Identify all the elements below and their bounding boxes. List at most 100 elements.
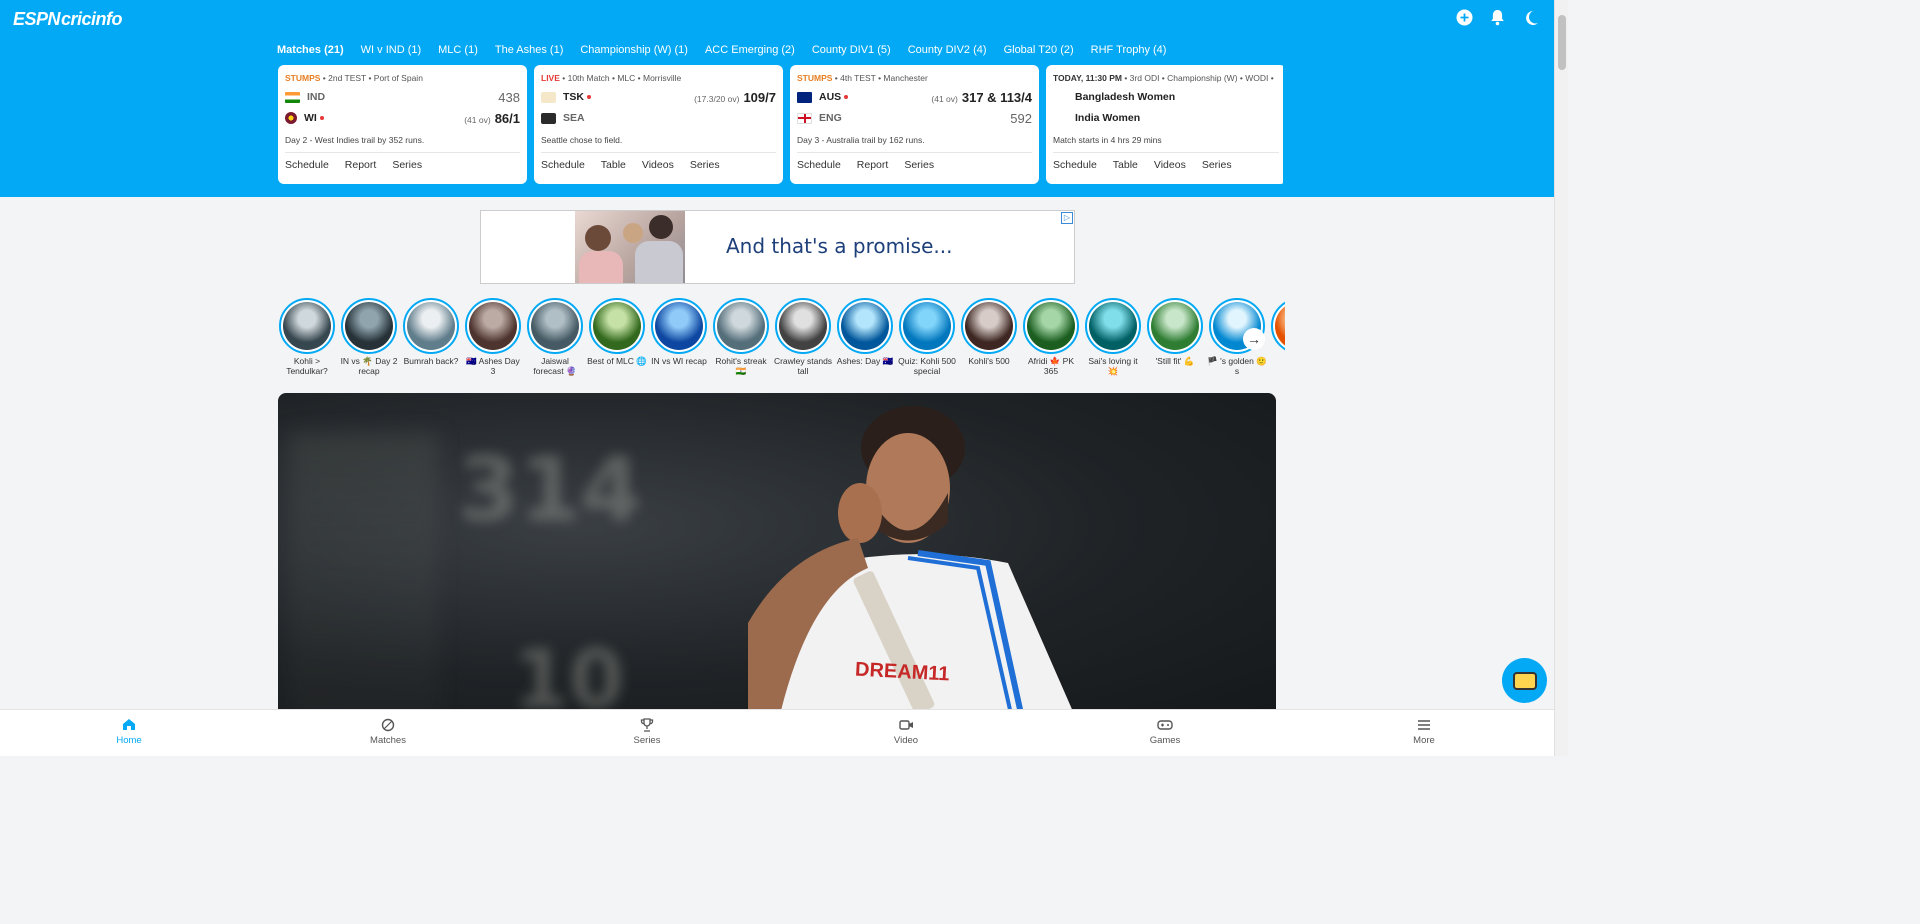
tab-the-ashes[interactable]: The Ashes (1) — [495, 44, 563, 56]
story-caption: Best of MLC 🌐 — [587, 356, 647, 366]
gamepad-icon — [1125, 718, 1205, 735]
story-item[interactable]: Jaiswal forecast 🔮 — [525, 298, 585, 376]
team-row: Bangladesh Women — [1075, 90, 1279, 104]
card-link-schedule[interactable]: Schedule — [797, 159, 841, 171]
advertisement-banner[interactable]: And that's a promise... ▷ — [480, 210, 1075, 284]
story-caption: Kohli's 500 — [968, 356, 1010, 366]
story-item[interactable]: Kohli > Tendulkar? — [277, 298, 337, 376]
story-caption: 🇦🇺 Ashes Day 3 — [466, 356, 520, 376]
hero-image[interactable]: 314 10 DREAM11 — [278, 393, 1276, 723]
story-caption: Crawley stands tall — [773, 356, 833, 376]
batting-indicator-icon — [319, 116, 324, 120]
story-caption: Sai's loving it 💥 — [1088, 356, 1138, 376]
tab-wi-v-ind[interactable]: WI v IND (1) — [361, 44, 422, 56]
india-flag-icon — [285, 91, 300, 103]
tab-acc-emerging[interactable]: ACC Emerging (2) — [705, 44, 795, 56]
team-score: (41 ov) 86/1 — [464, 110, 520, 126]
card-link-table[interactable]: Table — [601, 159, 626, 171]
match-meta: LIVE • 10th Match • MLC • Morrisville — [541, 73, 682, 83]
card-link-schedule[interactable]: Schedule — [1053, 159, 1097, 171]
player-figure — [748, 406, 1078, 723]
nav-series[interactable]: Series — [607, 718, 687, 746]
story-item[interactable]: Ashes: Day 🇦🇺 — [835, 298, 895, 367]
chat-button[interactable] — [1502, 658, 1547, 703]
card-link-schedule[interactable]: Schedule — [541, 159, 585, 171]
story-item[interactable]: IN vs WI recap — [649, 298, 709, 367]
card-link-schedule[interactable]: Schedule — [285, 159, 329, 171]
score-band: Matches (21) WI v IND (1) MLC (1) The As… — [0, 39, 1554, 197]
story-caption: Bumrah back? — [403, 356, 459, 366]
team-score: 592 — [1010, 110, 1032, 126]
nav-video[interactable]: Video — [866, 718, 946, 746]
espncricinfo-logo[interactable]: ESPNcricinfo — [13, 9, 123, 30]
nav-more[interactable]: More — [1384, 718, 1464, 746]
nav-home[interactable]: Home — [89, 718, 169, 746]
card-link-videos[interactable]: Videos — [642, 159, 674, 171]
match-status-note: Day 2 - West Indies trail by 352 runs. — [285, 135, 425, 145]
scrollbar-thumb[interactable] — [1558, 15, 1566, 70]
story-thumbnail — [345, 302, 393, 350]
story-caption: IN vs WI recap — [651, 356, 707, 366]
tab-county-div1[interactable]: County DIV1 (5) — [812, 44, 891, 56]
tab-county-div2[interactable]: County DIV2 (4) — [908, 44, 987, 56]
match-card-championship-w[interactable]: TODAY, 11:30 PM • 3rd ODI • Championship… — [1046, 65, 1283, 184]
tab-rhf-trophy[interactable]: RHF Trophy (4) — [1091, 44, 1167, 56]
batting-indicator-icon — [844, 95, 849, 99]
card-link-videos[interactable]: Videos — [1154, 159, 1186, 171]
team-name: AUS — [819, 91, 842, 103]
nav-games[interactable]: Games — [1125, 718, 1205, 746]
team-score: (17.3/20 ov) 109/7 — [694, 89, 776, 105]
card-link-report[interactable]: Report — [345, 159, 377, 171]
match-card-ashes[interactable]: STUMPS • 4th TEST • Manchester AUS (41 o… — [790, 65, 1039, 184]
card-link-series[interactable]: Series — [904, 159, 934, 171]
story-thumbnail — [469, 302, 517, 350]
match-card-mlc[interactable]: LIVE • 10th Match • MLC • Morrisville TS… — [534, 65, 783, 184]
card-link-series[interactable]: Series — [1202, 159, 1232, 171]
story-item[interactable]: Ha — [1269, 298, 1285, 367]
arrow-right-icon[interactable]: → — [1243, 328, 1265, 350]
story-caption: 🏴 's golden 🙂s — [1207, 356, 1267, 376]
story-ring — [1271, 298, 1285, 354]
story-item[interactable]: Quiz: Kohli 500 special — [897, 298, 957, 376]
match-cards: STUMPS • 2nd TEST • Port of Spain IND 43… — [278, 65, 1283, 185]
story-item[interactable]: Bumrah back? — [401, 298, 461, 367]
moon-icon[interactable] — [1521, 8, 1540, 27]
story-item[interactable]: Best of MLC 🌐 — [587, 298, 647, 367]
tab-mlc[interactable]: MLC (1) — [438, 44, 478, 56]
match-card-wi-v-ind[interactable]: STUMPS • 2nd TEST • Port of Spain IND 43… — [278, 65, 527, 184]
page-scrollbar[interactable] — [1554, 0, 1568, 756]
bell-icon[interactable] — [1488, 8, 1507, 27]
video-icon — [866, 718, 946, 735]
card-link-series[interactable]: Series — [690, 159, 720, 171]
australia-flag-icon — [797, 91, 812, 103]
story-item[interactable]: 'Still fit' 💪 — [1145, 298, 1205, 367]
story-item[interactable]: Sai's loving it 💥 — [1083, 298, 1143, 376]
card-link-series[interactable]: Series — [392, 159, 422, 171]
add-icon[interactable] — [1455, 8, 1474, 27]
story-thumbnail — [283, 302, 331, 350]
adchoices-icon[interactable]: ▷ — [1061, 212, 1073, 224]
tab-global-t20[interactable]: Global T20 (2) — [1004, 44, 1074, 56]
story-thumbnail — [655, 302, 703, 350]
story-thumbnail — [593, 302, 641, 350]
england-flag-icon — [797, 112, 812, 124]
tab-matches[interactable]: Matches (21) — [277, 44, 344, 56]
story-ring — [1085, 298, 1141, 354]
card-link-table[interactable]: Table — [1113, 159, 1138, 171]
story-caption: IN vs 🌴 Day 2 recap — [340, 356, 398, 376]
header-actions — [1455, 8, 1540, 27]
story-item[interactable]: Kohli's 500 — [959, 298, 1019, 367]
story-item[interactable]: Crawley stands tall — [773, 298, 833, 376]
story-caption: Ashes: Day 🇦🇺 — [836, 356, 894, 366]
story-item[interactable]: 🇦🇺 Ashes Day 3 — [463, 298, 523, 376]
team-row: IND 438 — [285, 90, 520, 105]
story-item[interactable]: Rohit's streak 🇮🇳 — [711, 298, 771, 376]
story-ring — [465, 298, 521, 354]
nav-matches[interactable]: Matches — [348, 718, 428, 746]
story-thumbnail — [841, 302, 889, 350]
story-item[interactable]: Afridi 🍁 PK 365 — [1021, 298, 1081, 376]
card-link-report[interactable]: Report — [857, 159, 889, 171]
story-item[interactable]: IN vs 🌴 Day 2 recap — [339, 298, 399, 376]
tab-championship-w[interactable]: Championship (W) (1) — [580, 44, 688, 56]
story-ring — [341, 298, 397, 354]
